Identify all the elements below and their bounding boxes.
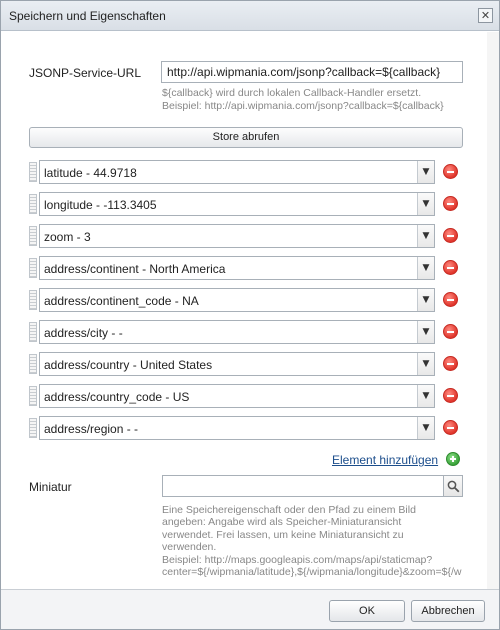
remove-icon[interactable]	[443, 420, 458, 435]
drag-handle-icon[interactable]	[29, 226, 37, 246]
close-icon[interactable]: ✕	[478, 8, 493, 23]
chevron-down-icon[interactable]: ▼	[417, 385, 434, 407]
chevron-down-icon[interactable]: ▼	[417, 225, 434, 247]
property-select-value: address/continent - North America	[44, 262, 226, 276]
remove-icon[interactable]	[443, 356, 458, 371]
property-select[interactable]: longitude - -113.3405 ▼	[39, 192, 435, 216]
chevron-down-icon[interactable]: ▼	[417, 353, 434, 375]
property-select-value: address/continent_code - NA	[44, 294, 199, 308]
ok-button[interactable]: OK	[329, 600, 405, 622]
drag-handle-icon[interactable]	[29, 386, 37, 406]
chevron-down-icon[interactable]: ▼	[417, 161, 434, 183]
search-icon	[447, 480, 460, 493]
property-row: address/country_code - US ▼	[29, 384, 469, 408]
miniatur-browse-button[interactable]	[443, 475, 463, 497]
property-select-value: address/country - United States	[44, 358, 213, 372]
property-select[interactable]: address/continent - North America ▼	[39, 256, 435, 280]
property-select-value: latitude - 44.9718	[44, 166, 137, 180]
property-select-value: longitude - -113.3405	[44, 198, 157, 212]
dialog-titlebar[interactable]: Speichern und Eigenschaften ✕	[1, 1, 499, 31]
miniatur-help: Eine Speichereigenschaft oder den Pfad z…	[162, 504, 497, 578]
miniatur-input[interactable]	[162, 475, 444, 497]
dialog-footer: OK Abbrechen	[1, 589, 499, 629]
remove-icon[interactable]	[443, 292, 458, 307]
store-properties-dialog: Speichern und Eigenschaften ✕ JSONP-Serv…	[0, 0, 500, 630]
jsonp-url-label: JSONP-Service-URL	[29, 66, 142, 80]
chevron-down-icon[interactable]: ▼	[417, 289, 434, 311]
property-select[interactable]: address/country - United States ▼	[39, 352, 435, 376]
property-select-value: address/city - -	[44, 326, 123, 340]
miniatur-help-line: verwenden.	[162, 541, 217, 554]
property-row: address/city - - ▼	[29, 320, 469, 344]
property-row: address/country - United States ▼	[29, 352, 469, 376]
property-row: zoom - 3 ▼	[29, 224, 469, 248]
remove-icon[interactable]	[443, 260, 458, 275]
property-select[interactable]: address/region - - ▼	[39, 416, 435, 440]
drag-handle-icon[interactable]	[29, 194, 37, 214]
remove-icon[interactable]	[443, 228, 458, 243]
miniatur-label: Miniatur	[29, 480, 72, 494]
jsonp-help-line1: ${callback} wird durch lokalen Callback-…	[162, 87, 422, 99]
jsonp-url-input[interactable]: http://api.wipmania.com/jsonp?callback=$…	[161, 61, 463, 83]
property-select[interactable]: latitude - 44.9718 ▼	[39, 160, 435, 184]
drag-handle-icon[interactable]	[29, 354, 37, 374]
chevron-down-icon[interactable]: ▼	[417, 193, 434, 215]
dialog-content: JSONP-Service-URL http://api.wipmania.co…	[1, 32, 499, 589]
miniatur-help-line: angeben: Angabe wird als Speicher-Miniat…	[162, 516, 402, 529]
add-icon[interactable]	[446, 452, 460, 466]
drag-handle-icon[interactable]	[29, 290, 37, 310]
remove-icon[interactable]	[443, 196, 458, 211]
property-row: address/continent - North America ▼	[29, 256, 469, 280]
drag-handle-icon[interactable]	[29, 258, 37, 278]
property-select-value: zoom - 3	[44, 230, 91, 244]
content-scrollbar[interactable]	[487, 32, 499, 589]
property-row: longitude - -113.3405 ▼	[29, 192, 469, 216]
property-select[interactable]: address/city - - ▼	[39, 320, 435, 344]
chevron-down-icon[interactable]: ▼	[417, 321, 434, 343]
fetch-store-button[interactable]: Store abrufen	[29, 127, 463, 148]
chevron-down-icon[interactable]: ▼	[417, 257, 434, 279]
drag-handle-icon[interactable]	[29, 322, 37, 342]
remove-icon[interactable]	[443, 164, 458, 179]
property-select[interactable]: zoom - 3 ▼	[39, 224, 435, 248]
add-element-link[interactable]: Element hinzufügen	[332, 453, 438, 467]
property-row: address/region - - ▼	[29, 416, 469, 440]
property-select-value: address/region - -	[44, 422, 139, 436]
remove-icon[interactable]	[443, 388, 458, 403]
property-select-value: address/country_code - US	[44, 390, 190, 404]
miniatur-help-line: Beispiel: http://maps.googleapis.com/map…	[162, 553, 433, 566]
drag-handle-icon[interactable]	[29, 162, 37, 182]
remove-icon[interactable]	[443, 324, 458, 339]
property-row: latitude - 44.9718 ▼	[29, 160, 469, 184]
jsonp-help-line2: Beispiel: http://api.wipmania.com/jsonp?…	[162, 100, 444, 112]
property-row: address/continent_code - NA ▼	[29, 288, 469, 312]
drag-handle-icon[interactable]	[29, 418, 37, 438]
cancel-button[interactable]: Abbrechen	[411, 600, 485, 622]
property-select[interactable]: address/country_code - US ▼	[39, 384, 435, 408]
miniatur-help-line: verwendet. Frei lassen, um keine Miniatu…	[162, 528, 404, 541]
chevron-down-icon[interactable]: ▼	[417, 417, 434, 439]
property-select[interactable]: address/continent_code - NA ▼	[39, 288, 435, 312]
miniatur-help-line: center=${/wipmania/latitude},${/wipmania…	[162, 566, 462, 579]
miniatur-help-line: Eine Speichereigenschaft oder den Pfad z…	[162, 504, 416, 516]
dialog-title: Speichern und Eigenschaften	[9, 9, 166, 23]
